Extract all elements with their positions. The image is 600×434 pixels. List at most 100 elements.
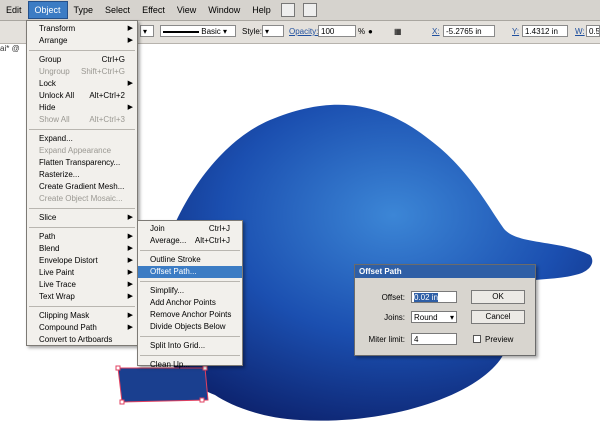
x-label[interactable]: X: bbox=[432, 25, 440, 39]
menu-effect[interactable]: Effect bbox=[136, 2, 171, 18]
object-menu-item-arrange[interactable]: Arrange ▶ bbox=[27, 35, 137, 47]
path-menu-item-remove-anchor-points[interactable]: Remove Anchor Points bbox=[138, 309, 242, 321]
menu-item-label: Remove Anchor Points bbox=[150, 310, 232, 319]
menu-item-label: Lock bbox=[39, 79, 56, 88]
menu-item-label: Offset Path... bbox=[150, 267, 197, 276]
object-menu-item-live-paint[interactable]: Live Paint ▶ bbox=[27, 267, 137, 279]
object-menu-item-compound-path[interactable]: Compound Path ▶ bbox=[27, 322, 137, 334]
submenu-arrow-icon: ▶ bbox=[127, 245, 133, 252]
menu-separator bbox=[29, 208, 135, 209]
path-menu-item-join[interactable]: Join Ctrl+J bbox=[138, 223, 242, 235]
stroke-weight-dropdown[interactable]: ▾ bbox=[140, 25, 154, 37]
menu-item-label: Split Into Grid... bbox=[150, 341, 206, 350]
object-menu-item-hide[interactable]: Hide ▶ bbox=[27, 102, 137, 114]
menu-window[interactable]: Window bbox=[202, 2, 246, 18]
submenu-arrow-icon: ▶ bbox=[127, 104, 133, 111]
path-menu-item-split-into-grid[interactable]: Split Into Grid... bbox=[138, 340, 242, 352]
object-menu-item-show-all[interactable]: Show All Alt+Ctrl+3 bbox=[27, 114, 137, 126]
joins-select[interactable]: Round ▾ bbox=[411, 311, 457, 323]
selected-path[interactable] bbox=[117, 367, 209, 403]
path-menu-item-average[interactable]: Average... Alt+Ctrl+J bbox=[138, 235, 242, 247]
object-menu-item-unlock-all[interactable]: Unlock All Alt+Ctrl+2 bbox=[27, 90, 137, 102]
object-menu-item-text-wrap[interactable]: Text Wrap ▶ bbox=[27, 291, 137, 303]
graphic-style-dropdown[interactable]: ▾ bbox=[262, 25, 284, 37]
miter-limit-field[interactable]: 4 bbox=[411, 333, 457, 345]
submenu-arrow-icon: ▶ bbox=[127, 293, 133, 300]
w-label[interactable]: W: bbox=[575, 25, 585, 39]
path-menu-item-add-anchor-points[interactable]: Add Anchor Points bbox=[138, 297, 242, 309]
menu-item-label: Join bbox=[150, 224, 165, 233]
reference-point-icon[interactable]: ▦ bbox=[394, 25, 402, 39]
object-menu-item-flatten-transparency[interactable]: Flatten Transparency... bbox=[27, 157, 137, 169]
x-input[interactable]: -5.2765 in bbox=[443, 25, 495, 37]
menu-item-label: Envelope Distort bbox=[39, 256, 98, 265]
menu-item-shortcut: Shift+Ctrl+G bbox=[80, 67, 125, 76]
object-menu-item-path[interactable]: Path ▶ bbox=[27, 231, 137, 243]
path-menu-item-clean-up[interactable]: Clean Up... bbox=[138, 359, 242, 371]
y-input[interactable]: 1.4312 in bbox=[522, 25, 568, 37]
object-menu-item-create-gradient-mesh[interactable]: Create Gradient Mesh... bbox=[27, 181, 137, 193]
menu-item-label: Flatten Transparency... bbox=[39, 158, 121, 167]
bridge-icon[interactable] bbox=[280, 3, 295, 17]
menu-type[interactable]: Type bbox=[68, 2, 100, 18]
submenu-arrow-icon: ▶ bbox=[127, 214, 133, 221]
menu-help[interactable]: Help bbox=[246, 2, 277, 18]
cancel-button[interactable]: Cancel bbox=[471, 310, 525, 324]
menu-item-label: Create Gradient Mesh... bbox=[39, 182, 125, 191]
object-menu-item-live-trace[interactable]: Live Trace ▶ bbox=[27, 279, 137, 291]
submenu-arrow-icon: ▶ bbox=[127, 37, 133, 44]
object-menu: Transform ▶ Arrange ▶ Group Ctrl+G Ungroup Shif… bbox=[26, 20, 138, 346]
path-menu-item-offset-path[interactable]: Offset Path... bbox=[138, 266, 242, 278]
menu-separator bbox=[29, 227, 135, 228]
submenu-arrow-icon: ▶ bbox=[127, 80, 133, 87]
menu-view[interactable]: View bbox=[171, 2, 202, 18]
object-menu-item-expand-appearance[interactable]: Expand Appearance bbox=[27, 145, 137, 157]
arrange-documents-icon[interactable] bbox=[302, 3, 317, 17]
menu-object[interactable]: Object bbox=[27, 1, 68, 19]
ok-button[interactable]: OK bbox=[471, 290, 525, 304]
anchor-point[interactable] bbox=[115, 365, 121, 371]
object-menu-item-group[interactable]: Group Ctrl+G bbox=[27, 54, 137, 66]
w-input[interactable]: 0.52 bbox=[586, 25, 600, 37]
offset-path-dialog: Offset Path Offset: 0.02 in Joins: Round… bbox=[354, 264, 536, 356]
y-label[interactable]: Y: bbox=[512, 25, 519, 39]
menu-item-label: Blend bbox=[39, 244, 60, 253]
opacity-link[interactable]: Opacity: bbox=[289, 25, 318, 39]
anchor-point[interactable] bbox=[199, 397, 205, 403]
submenu-arrow-icon: ▶ bbox=[127, 269, 133, 276]
menu-select[interactable]: Select bbox=[99, 2, 136, 18]
menu-edit[interactable]: Edit bbox=[0, 2, 28, 18]
object-menu-item-clipping-mask[interactable]: Clipping Mask ▶ bbox=[27, 310, 137, 322]
object-menu-item-ungroup[interactable]: Ungroup Shift+Ctrl+G bbox=[27, 66, 137, 78]
path-menu-item-outline-stroke[interactable]: Outline Stroke bbox=[138, 254, 242, 266]
path-menu-item-divide-objects-below[interactable]: Divide Objects Below bbox=[138, 321, 242, 333]
object-menu-item-transform[interactable]: Transform ▶ bbox=[27, 23, 137, 35]
object-menu-item-expand[interactable]: Expand... bbox=[27, 133, 137, 145]
offset-field[interactable]: 0.02 in bbox=[411, 291, 457, 303]
object-menu-item-slice[interactable]: Slice ▶ bbox=[27, 212, 137, 224]
brush-definition-dropdown[interactable]: Basic ▾ bbox=[160, 25, 236, 37]
preview-checkbox[interactable] bbox=[473, 335, 481, 343]
chevron-down-icon: ▾ bbox=[449, 313, 454, 322]
miter-label: Miter limit: bbox=[368, 335, 405, 344]
stroke-style-label: Basic bbox=[201, 27, 221, 36]
submenu-arrow-icon: ▶ bbox=[127, 312, 133, 319]
menu-item-shortcut: Ctrl+J bbox=[208, 224, 230, 233]
object-menu-item-create-object-mosaic[interactable]: Create Object Mosaic... bbox=[27, 193, 137, 205]
anchor-point[interactable] bbox=[119, 399, 125, 405]
path-menu-item-simplify[interactable]: Simplify... bbox=[138, 285, 242, 297]
menu-item-label: Transform bbox=[39, 24, 76, 33]
object-menu-item-rasterize[interactable]: Rasterize... bbox=[27, 169, 137, 181]
object-menu-item-convert-to-artboards[interactable]: Convert to Artboards bbox=[27, 334, 137, 345]
object-menu-item-lock[interactable]: Lock ▶ bbox=[27, 78, 137, 90]
document-tab[interactable]: ai* @ bbox=[0, 44, 20, 56]
object-menu-item-blend[interactable]: Blend ▶ bbox=[27, 243, 137, 255]
object-menu-item-envelope-distort[interactable]: Envelope Distort ▶ bbox=[27, 255, 137, 267]
menu-item-label: Add Anchor Points bbox=[150, 298, 216, 307]
submenu-arrow-icon: ▶ bbox=[127, 233, 133, 240]
submenu-arrow-icon: ▶ bbox=[127, 25, 133, 32]
opacity-input[interactable]: 100 bbox=[318, 25, 356, 37]
recolor-icon[interactable]: ● bbox=[368, 25, 373, 39]
menu-item-label: Outline Stroke bbox=[150, 255, 201, 264]
menu-separator bbox=[29, 306, 135, 307]
